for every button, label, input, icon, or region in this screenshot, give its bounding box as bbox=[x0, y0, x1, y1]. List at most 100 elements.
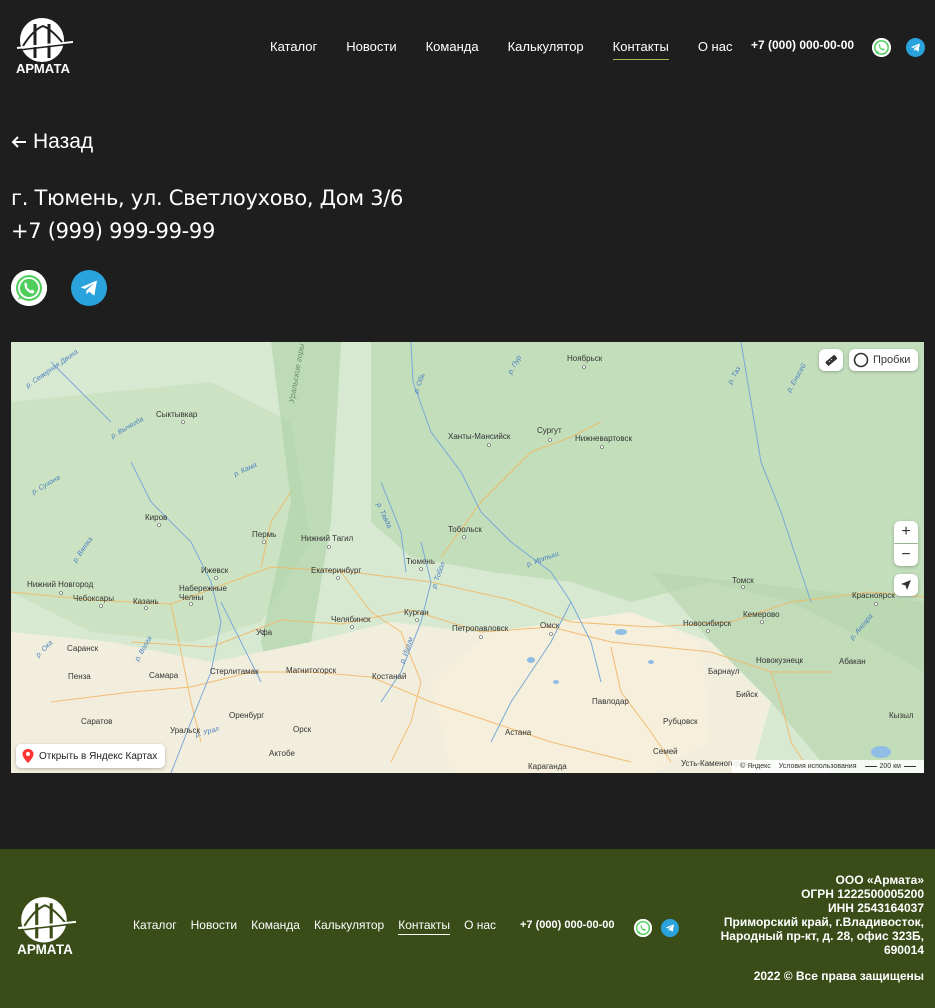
map-city: Нижний Тагил bbox=[301, 534, 354, 543]
map-city: Красноярск bbox=[852, 591, 895, 600]
terms-link[interactable]: Условия использования bbox=[779, 763, 857, 770]
zoom-out-button[interactable]: − bbox=[894, 544, 918, 566]
map-city: Тобольск bbox=[448, 525, 482, 534]
nav-item-contacts[interactable]: Контакты bbox=[612, 38, 669, 60]
map-city: Костанай bbox=[372, 672, 407, 681]
map-city: Павлодар bbox=[592, 697, 629, 706]
back-label: Назад bbox=[33, 130, 94, 153]
map-city: Магнитогорск bbox=[286, 666, 337, 675]
map-city: Стерлитамак bbox=[210, 667, 259, 676]
map-city: Пермь bbox=[252, 530, 277, 539]
company-ogrn: ОГРН 1222500005200 bbox=[801, 887, 924, 901]
traffic-label: Пробки bbox=[873, 354, 911, 366]
map-city: Сыктывкар bbox=[156, 410, 198, 419]
footer-telegram-icon[interactable] bbox=[661, 919, 679, 937]
footer-nav-news[interactable]: Новости bbox=[191, 918, 237, 935]
map-city: Тюмень bbox=[406, 557, 435, 566]
map-city: Барнаул bbox=[708, 667, 740, 676]
footer-phone[interactable]: +7 (000) 000-00-00 bbox=[520, 919, 614, 931]
traffic-button[interactable]: Пробки bbox=[849, 349, 918, 371]
company-name: ООО «Армата» bbox=[835, 873, 924, 887]
map-scale: 200 км bbox=[864, 763, 916, 770]
map-city: Рубцовск bbox=[663, 717, 698, 726]
map-city: Астана bbox=[505, 728, 532, 737]
map-pin-icon bbox=[22, 749, 34, 763]
ruler-button[interactable] bbox=[819, 349, 843, 371]
header-phone[interactable]: +7 (000) 000-00-00 bbox=[751, 38, 854, 52]
back-link[interactable]: Назад bbox=[11, 130, 93, 154]
plus-icon: + bbox=[901, 523, 911, 540]
site-footer: АРМАТА Каталог Новости Команда Калькулят… bbox=[0, 849, 935, 1008]
map-city: Сургут bbox=[537, 426, 562, 435]
map-copyright: © Яндекс Условия использования 200 км bbox=[732, 760, 924, 773]
traffic-icon bbox=[853, 352, 869, 368]
contact-phone[interactable]: +7 (999) 999-99-99 bbox=[11, 219, 215, 243]
logo[interactable]: АРМАТА bbox=[13, 16, 73, 76]
copyright-text: 2022 © Все права защищены bbox=[753, 969, 924, 983]
footer-nav-about[interactable]: О нас bbox=[464, 918, 496, 935]
telegram-large-icon[interactable] bbox=[71, 270, 107, 306]
map-city: Киров bbox=[145, 513, 168, 522]
scale-bar-left bbox=[864, 766, 877, 767]
zoom-in-button[interactable]: + bbox=[894, 521, 918, 543]
map-city: Семей bbox=[653, 747, 678, 756]
map-terrain bbox=[11, 342, 924, 773]
nav-item-calculator[interactable]: Калькулятор bbox=[508, 38, 584, 60]
ruler-icon bbox=[825, 355, 838, 366]
map-city: Абакан bbox=[839, 657, 866, 666]
map-city: Чебоксары bbox=[73, 594, 114, 603]
telegram-icon[interactable] bbox=[906, 38, 925, 57]
svg-text:АРМАТА: АРМАТА bbox=[17, 942, 73, 957]
map-city: Курган bbox=[404, 608, 429, 617]
map-city: Пенза bbox=[68, 672, 91, 681]
nav-item-team[interactable]: Команда bbox=[426, 38, 479, 60]
map-city: Бийск bbox=[736, 690, 758, 699]
map-city: Кызыл bbox=[889, 711, 914, 720]
geolocation-button[interactable] bbox=[894, 574, 918, 596]
footer-nav: Каталог Новости Команда Калькулятор Конт… bbox=[133, 918, 510, 935]
nav-item-news[interactable]: Новости bbox=[346, 38, 396, 60]
footer-nav-calculator[interactable]: Калькулятор bbox=[314, 918, 384, 935]
map-city: Томск bbox=[732, 576, 754, 585]
svg-text:АРМАТА: АРМАТА bbox=[16, 61, 71, 76]
open-yandex-maps-button[interactable]: Открыть в Яндекс Картах bbox=[16, 744, 166, 768]
armata-logo-icon: АРМАТА bbox=[17, 897, 76, 957]
company-address-line1: Приморский край, г.Владивосток, bbox=[723, 915, 924, 929]
main-nav: Каталог Новости Команда Калькулятор Конт… bbox=[270, 38, 761, 60]
map-city: Орск bbox=[293, 725, 312, 734]
map-city: Оренбург bbox=[229, 711, 265, 720]
footer-logo[interactable]: АРМАТА bbox=[14, 895, 76, 957]
scale-bar-right bbox=[904, 766, 916, 767]
map-city: Челябинск bbox=[331, 615, 371, 624]
map-city: Ханты-Мансийск bbox=[448, 432, 511, 441]
footer-nav-catalog[interactable]: Каталог bbox=[133, 918, 177, 935]
map-city: Омск bbox=[540, 621, 560, 630]
whatsapp-large-icon[interactable] bbox=[11, 270, 47, 306]
armata-logo-icon: АРМАТА bbox=[16, 18, 73, 76]
map-city: Новосибирск bbox=[683, 619, 732, 628]
company-address-line2: Народный пр-кт, д. 28, офис 323Б, bbox=[720, 929, 924, 943]
map-city: Петропавловск bbox=[452, 624, 509, 633]
nav-item-catalog[interactable]: Каталог bbox=[270, 38, 317, 60]
footer-nav-contacts[interactable]: Контакты bbox=[398, 918, 451, 935]
company-postcode: 690014 bbox=[883, 943, 924, 957]
map-city: Екатеринбург bbox=[311, 566, 362, 575]
footer-nav-team[interactable]: Команда bbox=[251, 918, 300, 935]
map-city: Нижневартовск bbox=[575, 434, 633, 443]
whatsapp-icon[interactable] bbox=[872, 38, 891, 57]
scale-label: 200 км bbox=[879, 763, 902, 770]
location-arrow-icon bbox=[901, 580, 911, 590]
nav-item-about[interactable]: О нас bbox=[698, 38, 733, 60]
yandex-copyright[interactable]: © Яндекс bbox=[740, 763, 771, 770]
map-city: Новокузнецк bbox=[756, 656, 804, 665]
site-header: АРМАТА Каталог Новости Команда Калькулят… bbox=[0, 0, 935, 92]
map-city: Самара bbox=[149, 671, 179, 680]
map-city: Актобе bbox=[269, 749, 295, 758]
footer-whatsapp-icon[interactable] bbox=[634, 919, 652, 937]
map-city: Набережные Челны bbox=[179, 584, 227, 602]
open-yandex-maps-label: Открыть в Яндекс Картах bbox=[39, 750, 158, 762]
map-city: Кемерово bbox=[743, 610, 780, 619]
yandex-map[interactable]: Уральские горы Ноябрьск Сыктывкар Ханты-… bbox=[11, 342, 924, 773]
minus-icon: − bbox=[901, 546, 911, 563]
map-city: Ноябрьск bbox=[567, 354, 603, 363]
